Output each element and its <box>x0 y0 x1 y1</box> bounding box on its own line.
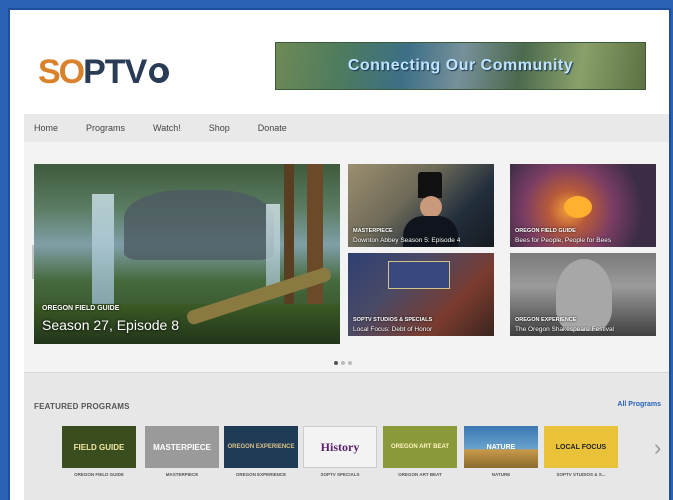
program-thumb: OREGON ART BEAT <box>383 426 457 468</box>
local-focus-sign <box>388 261 450 289</box>
program-label: OREGON EXPERIENCE <box>235 472 287 477</box>
featured-heading: FEATURED PROGRAMS <box>34 402 130 411</box>
program-thumb-text: History <box>320 439 360 454</box>
header-banner: Connecting Our Community <box>275 42 646 90</box>
program-card[interactable]: FIELD GUIDE OREGON FIELD GUIDE <box>62 426 136 477</box>
program-thumb: NATURE <box>464 426 538 468</box>
program-thumb: FIELD GUIDE <box>62 426 136 468</box>
program-label: SOPTV STUDIOS & S... <box>556 472 606 477</box>
nav-watch[interactable]: Watch! <box>153 123 181 133</box>
carousel-dot-2[interactable] <box>341 361 345 365</box>
flower-image <box>564 196 592 218</box>
tile-series: MASTERPIECE <box>353 228 393 234</box>
tile-title: Local Focus: Debt of Honor <box>353 326 433 333</box>
tile-local-focus[interactable]: SOPTV STUDIOS & SPECIALS Local Focus: De… <box>348 253 494 336</box>
carousel-dot-1[interactable] <box>334 361 338 365</box>
hero-waterfall <box>92 194 114 304</box>
chevron-right-icon[interactable]: › <box>654 435 661 461</box>
nav-programs[interactable]: Programs <box>86 123 125 133</box>
soptv-logo[interactable]: SO PTV <box>38 52 170 92</box>
program-thumb: History <box>303 426 377 468</box>
program-card[interactable]: MASTERPIECE MASTERPIECE <box>145 426 219 477</box>
pbs-icon <box>149 63 170 83</box>
all-programs-link[interactable]: All Programs <box>617 401 661 408</box>
top-hat-figure <box>418 172 442 198</box>
logo-text-ptv: PTV <box>83 52 147 91</box>
tile-title: The Oregon Shakespeare Festival <box>515 326 614 333</box>
program-card[interactable]: History SOPTV SPECIALS <box>303 426 377 477</box>
logo-text-so: SO <box>38 52 85 91</box>
page: SO PTV Connecting Our Community Home Pro… <box>10 10 669 500</box>
carousel-dot-3[interactable] <box>348 361 352 365</box>
program-label: NATURE <box>491 472 511 477</box>
figure-face <box>420 196 442 218</box>
program-thumb-text: MASTERPIECE <box>153 442 211 452</box>
hero-rock <box>124 190 274 260</box>
tile-series: SOPTV STUDIOS & SPECIALS <box>353 317 433 323</box>
program-thumb-text: LOCAL FOCUS <box>555 443 607 451</box>
nav-home[interactable]: Home <box>34 123 58 133</box>
program-label: OREGON ART BEAT <box>398 472 442 477</box>
nav-donate[interactable]: Donate <box>258 123 287 133</box>
carousel-area: OREGON FIELD GUIDE Season 27, Episode 8 … <box>24 142 669 372</box>
hero-title: Season 27, Episode 8 <box>42 317 179 333</box>
program-card[interactable]: LOCAL FOCUS SOPTV STUDIOS & S... <box>544 426 618 477</box>
program-label: SOPTV SPECIALS <box>320 472 360 477</box>
hero-slide[interactable]: OREGON FIELD GUIDE Season 27, Episode 8 <box>34 164 340 344</box>
program-thumb: OREGON EXPERIENCE <box>224 426 298 468</box>
hero-waterfall-2 <box>266 204 280 294</box>
main-nav: Home Programs Watch! Shop Donate <box>24 114 669 142</box>
program-thumb: MASTERPIECE <box>145 426 219 468</box>
featured-programs: FEATURED PROGRAMS All Programs FIELD GUI… <box>24 372 669 500</box>
program-thumb-text: OREGON EXPERIENCE <box>227 444 295 450</box>
program-label: OREGON FIELD GUIDE <box>74 472 124 477</box>
program-thumb-text: FIELD GUIDE <box>73 442 125 452</box>
tile-bees[interactable]: OREGON FIELD GUIDE Bees for People, Peop… <box>510 164 656 247</box>
hero-series: OREGON FIELD GUIDE <box>42 305 120 312</box>
banner-text: Connecting Our Community <box>347 57 574 74</box>
tile-series: OREGON EXPERIENCE <box>515 317 577 323</box>
program-card[interactable]: OREGON ART BEAT OREGON ART BEAT <box>383 426 457 477</box>
carousel-dots <box>334 361 352 365</box>
tile-series: OREGON FIELD GUIDE <box>515 228 576 234</box>
program-label: MASTERPIECE <box>165 472 199 477</box>
tile-downton-abbey[interactable]: MASTERPIECE Downton Abbey Season 5: Epis… <box>348 164 494 247</box>
program-card[interactable]: OREGON EXPERIENCE OREGON EXPERIENCE <box>224 426 298 477</box>
program-thumb-text: NATURE <box>486 443 516 451</box>
tile-title: Bees for People, People for Bees <box>515 237 612 244</box>
tile-shakespeare[interactable]: OREGON EXPERIENCE The Oregon Shakespeare… <box>510 253 656 336</box>
program-thumb: LOCAL FOCUS <box>544 426 618 468</box>
nav-shop[interactable]: Shop <box>209 123 230 133</box>
program-card[interactable]: NATURE NATURE <box>464 426 538 477</box>
program-thumb-text: OREGON ART BEAT <box>391 444 449 450</box>
tile-title: Downton Abbey Season 5: Episode 4 <box>353 237 461 244</box>
